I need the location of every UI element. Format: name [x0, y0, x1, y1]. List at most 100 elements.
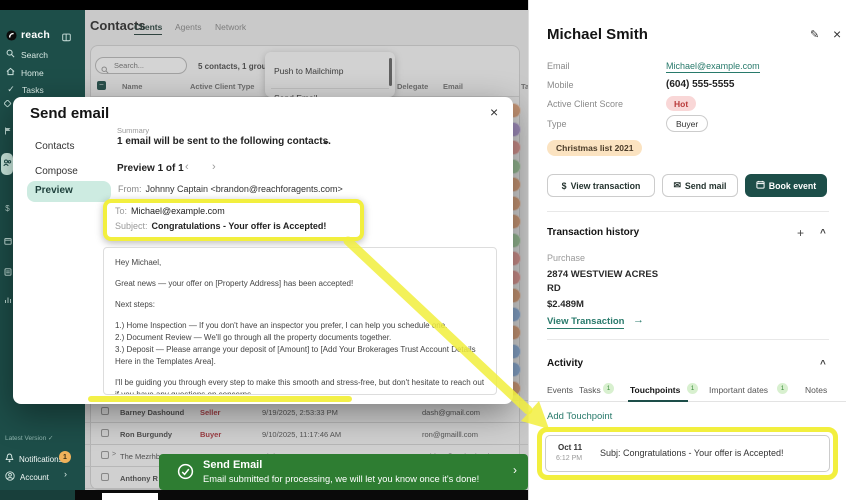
email-body-paragraph: Next steps: — [115, 299, 485, 311]
search-icon — [6, 49, 15, 60]
send-mail-label: Send mail — [685, 181, 727, 191]
close-icon[interactable]: × — [490, 104, 498, 120]
collapse-sidebar-icon[interactable] — [62, 29, 71, 47]
send-mail-button[interactable]: ✉ Send mail — [662, 174, 738, 197]
mobile-label: Mobile — [547, 80, 574, 90]
transactions-dollar-icon[interactable]: $ — [2, 203, 13, 214]
to-line: To: Michael@example.com — [115, 206, 225, 216]
arrow-right-icon: → — [633, 314, 644, 326]
contact-tag: Christmas list 2021 — [547, 140, 642, 156]
contact-name: Michael Smith — [547, 26, 648, 43]
tasks-count-badge: 1 — [603, 383, 614, 394]
from-value: Johnny Captain <brandon@reachforagents.c… — [146, 184, 343, 194]
view-transaction-label: View transaction — [571, 181, 641, 191]
notifications-label: Notifications — [19, 455, 63, 464]
preview-prev-icon[interactable]: ‹ — [185, 161, 189, 173]
touchpoint-highlight: Oct 11 6:12 PM Subj: Congratulations - Y… — [537, 427, 838, 480]
summary-chevron-down-icon[interactable]: ⌄ — [322, 136, 330, 147]
collapse-activity-icon[interactable]: ^ — [820, 359, 826, 370]
notifications-badge: 1 — [59, 451, 71, 463]
close-icon[interactable]: × — [833, 26, 841, 42]
tab-events[interactable]: Events — [547, 385, 573, 395]
email-body-paragraph: I'll be guiding you through every step t… — [115, 377, 485, 395]
type-label: Type — [547, 119, 567, 129]
send-email-toast[interactable]: Send Email Email submitted for processin… — [159, 454, 528, 490]
app-root: reach Search Home ✓ Tasks $ Latest Versi… — [0, 0, 846, 500]
touchpoint-time: 6:12 PM — [556, 455, 582, 462]
edit-icon[interactable]: ✎ — [810, 28, 819, 41]
collapse-transactions-icon[interactable]: ^ — [820, 228, 826, 239]
templates-icon[interactable] — [2, 266, 13, 277]
bottom-strip — [0, 490, 528, 500]
send-email-modal: Send email × Contacts Compose Preview Su… — [13, 97, 513, 404]
book-event-button[interactable]: Book event — [745, 174, 827, 197]
view-transaction-link[interactable]: View Transaction — [547, 316, 624, 329]
transaction-history-heading: Transaction history — [547, 227, 639, 238]
toast-message: Email submitted for processing, we will … — [203, 474, 479, 484]
touchpoint-date: Oct 11 — [558, 443, 582, 452]
from-line: From: Johnny Captain <brandon@reachforage… — [118, 184, 343, 194]
reports-icon[interactable] — [2, 294, 13, 305]
transaction-kind: Purchase — [547, 253, 585, 263]
calendar-icon — [756, 180, 765, 191]
type-badge: Buyer — [666, 115, 708, 132]
preview-next-icon[interactable]: › — [212, 161, 216, 173]
modal-title: Send email — [30, 105, 109, 122]
subject-value: Congratulations - Your offer is Accepted… — [152, 221, 327, 231]
sidebar-item-notifications[interactable]: Notifications — [5, 453, 63, 465]
contacts-icon[interactable] — [2, 157, 13, 168]
sidebar-item-label: Tasks — [22, 85, 44, 95]
sidebar-item-tasks[interactable]: ✓ Tasks — [6, 84, 44, 95]
score-label: Active Client Score — [547, 99, 623, 109]
sidebar-item-label: Home — [21, 68, 44, 78]
step-compose[interactable]: Compose — [35, 166, 78, 177]
tab-tasks[interactable]: Tasks — [579, 385, 601, 395]
touchpoint-subject: Subj: Congratulations - Your offer is Ac… — [600, 448, 783, 458]
calendar-icon[interactable] — [2, 235, 13, 246]
divider — [547, 211, 829, 212]
email-label: Email — [547, 61, 570, 71]
step-preview[interactable]: Preview — [27, 181, 111, 202]
sidebar-item-account[interactable]: Account — [5, 471, 49, 483]
add-transaction-icon[interactable]: + — [797, 226, 804, 240]
tab-notes[interactable]: Notes — [805, 385, 827, 395]
sidebar-item-search[interactable]: Search — [6, 49, 48, 60]
bottom-strip-white — [102, 493, 158, 500]
divider — [547, 339, 829, 340]
sidebar-item-home[interactable]: Home — [6, 67, 44, 78]
account-icon — [5, 471, 15, 483]
preview-counter: Preview 1 of 1 — [117, 163, 184, 174]
subject-label: Subject: — [115, 221, 148, 231]
contact-email-link[interactable]: Michael@example.com — [666, 61, 760, 73]
email-body-paragraph: 3.) Deposit — Please arrange your deposi… — [115, 344, 485, 368]
add-touchpoint-link[interactable]: Add Touchpoint — [547, 411, 612, 422]
view-transaction-button[interactable]: $ View transaction — [547, 174, 655, 197]
tab-touchpoints[interactable]: Touchpoints — [630, 385, 680, 395]
to-subject-highlight: To: Michael@example.com Subject: Congratul… — [103, 199, 364, 241]
to-value: Michael@example.com — [131, 206, 225, 216]
contact-mobile: (604) 555-5555 — [666, 79, 734, 90]
step-preview-label: Preview — [35, 185, 73, 196]
flag-icon[interactable] — [2, 125, 13, 136]
bottom-strip-teal — [0, 490, 75, 500]
score-badge: Hot — [666, 96, 696, 111]
home-icon — [6, 67, 15, 78]
transaction-amount: $2.489M — [547, 299, 584, 310]
tasks-check-icon: ✓ — [6, 84, 16, 95]
tab-important-dates[interactable]: Important dates — [709, 385, 768, 395]
transaction-address-line2: RD — [547, 283, 561, 294]
email-body-paragraph: Hey Michael, — [115, 257, 485, 269]
highlight-underline — [88, 396, 352, 402]
active-tab-underline — [628, 400, 688, 402]
from-label: From: — [118, 184, 142, 194]
version-label: Latest Version ✓ — [5, 434, 53, 442]
account-chevron-icon: › — [64, 469, 67, 479]
tags-icon[interactable] — [2, 98, 13, 109]
step-contacts[interactable]: Contacts — [35, 141, 74, 152]
summary-text: 1 email will be sent to the following co… — [117, 136, 331, 147]
touchpoint-item[interactable]: Oct 11 6:12 PM Subj: Congratulations - Y… — [545, 435, 830, 472]
toast-chevron-icon[interactable]: › — [513, 463, 517, 477]
summary-label: Summary — [117, 126, 149, 135]
toast-title: Send Email — [203, 459, 262, 471]
to-label: To: — [115, 206, 127, 216]
